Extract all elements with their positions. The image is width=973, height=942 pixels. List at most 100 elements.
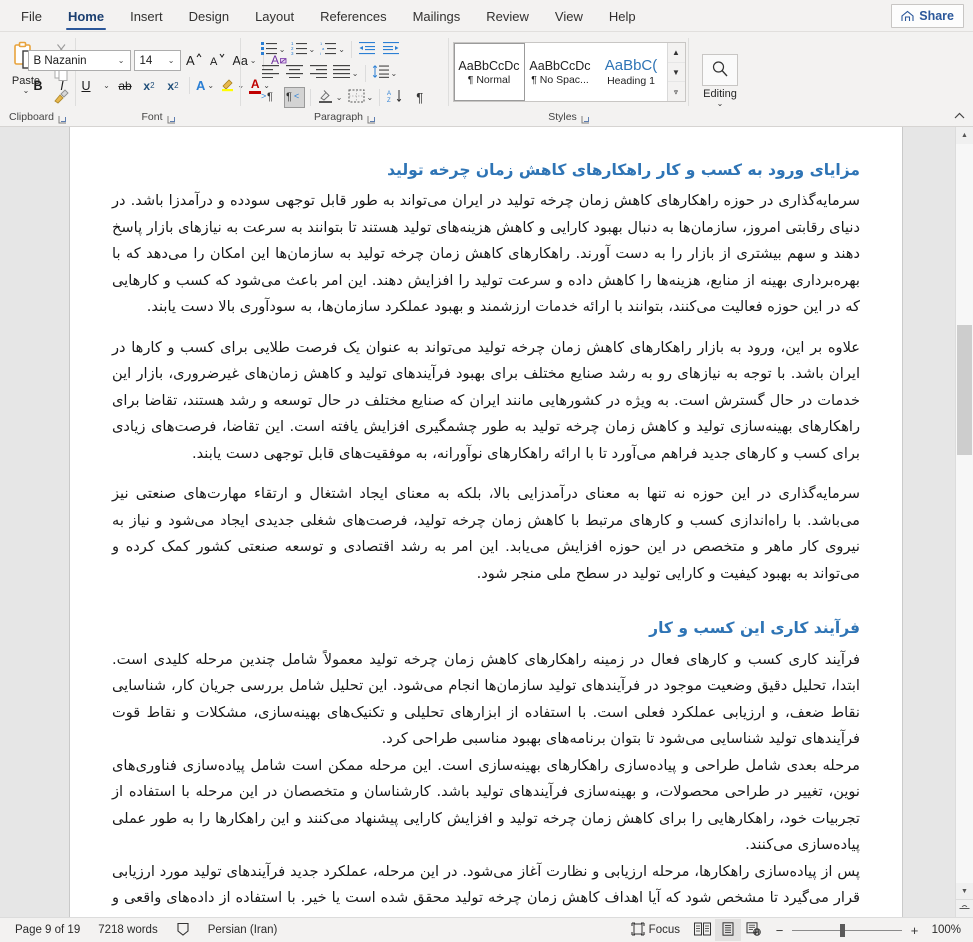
language-indicator[interactable]: Persian (Iran)	[199, 919, 287, 941]
paragraph-dialog-launcher-icon[interactable]	[367, 113, 376, 124]
tab-file[interactable]: File	[8, 2, 55, 31]
split-view-button[interactable]	[956, 899, 973, 917]
line-spacing-button[interactable]: ⌄	[371, 63, 399, 84]
align-right-button[interactable]	[308, 63, 329, 84]
bold-button[interactable]: B	[28, 75, 49, 96]
document-area: مزایای ورود به کسب و کار راهکارهای کاهش …	[0, 127, 973, 917]
tab-references[interactable]: References	[307, 2, 399, 31]
style-card-heading-1[interactable]: AaBbC( Heading 1	[596, 43, 667, 101]
scroll-down-button[interactable]: ▼	[956, 883, 973, 900]
zoom-level[interactable]: 100%	[927, 924, 961, 936]
chevron-down-icon[interactable]: ⌄	[279, 45, 286, 54]
style-card-normal[interactable]: AaBbCcDc ¶ Normal	[453, 43, 525, 101]
numbering-icon: 123	[291, 41, 307, 58]
vertical-scrollbar[interactable]: ▲ ▼	[955, 127, 973, 917]
paragraph-4: فرآیند کاری کسب و کارهای فعال در زمینه ر…	[112, 650, 860, 748]
chevron-down-icon[interactable]: ⌄	[165, 56, 178, 65]
ribbon-group-editing: Editing ⌄	[689, 32, 751, 126]
style-card-no-spacing[interactable]: AaBbCcDc ¶ No Spac...	[525, 43, 596, 101]
strikethrough-label: ab	[118, 78, 132, 93]
strikethrough-button[interactable]: ab	[115, 75, 136, 96]
chevron-down-icon[interactable]: ⌄	[309, 45, 316, 54]
multilevel-list-button[interactable]: 1ai ⌄	[319, 39, 346, 60]
zoom-in-button[interactable]: +	[908, 924, 921, 937]
styles-scroll-up-button[interactable]: ▲	[667, 43, 685, 63]
numbering-button[interactable]: 123 ⌄	[290, 39, 317, 60]
chevron-down-icon[interactable]: ⌄	[367, 93, 374, 102]
align-center-button[interactable]	[284, 63, 305, 84]
shrink-font-button[interactable]: A	[208, 50, 229, 71]
subscript-button[interactable]: x2	[139, 75, 160, 96]
left-to-right-button[interactable]: > ¶	[260, 87, 281, 108]
shading-button[interactable]: ⌄	[316, 87, 344, 108]
chevron-down-icon[interactable]: ⌄	[336, 93, 343, 102]
right-to-left-button[interactable]: ¶ <	[283, 86, 305, 108]
svg-text:¶: ¶	[286, 91, 292, 102]
bullets-button[interactable]: ⌄	[260, 39, 287, 60]
svg-text:A: A	[387, 91, 391, 97]
clipboard-dialog-launcher-icon[interactable]	[58, 113, 67, 124]
tab-review[interactable]: Review	[473, 2, 542, 31]
grow-font-button[interactable]: A	[184, 50, 205, 71]
svg-text:Z: Z	[387, 98, 391, 103]
increase-indent-button[interactable]	[381, 39, 402, 60]
sort-icon: AZ	[387, 89, 404, 106]
sort-button[interactable]: AZ	[385, 87, 406, 108]
proofing-status-button[interactable]	[167, 919, 199, 941]
tab-design[interactable]: Design	[176, 2, 242, 31]
style-name: ¶ Normal	[467, 73, 511, 86]
word-count[interactable]: 7218 words	[89, 919, 166, 941]
font-size-combo[interactable]: 14 ⌄	[133, 50, 181, 71]
tab-layout[interactable]: Layout	[242, 2, 307, 31]
highlight-icon	[220, 77, 236, 95]
styles-more-button[interactable]: ⩔	[667, 82, 685, 102]
chevron-down-icon[interactable]: ⌄	[115, 56, 128, 65]
tab-mailings[interactable]: Mailings	[400, 2, 474, 31]
font-dialog-launcher-icon[interactable]	[167, 113, 176, 124]
text-effects-button[interactable]: A ⌄	[195, 75, 216, 96]
italic-button[interactable]: I	[52, 75, 73, 96]
scrollbar-thumb[interactable]	[957, 325, 972, 455]
chevron-down-icon[interactable]: ⌄	[717, 100, 724, 108]
chevron-down-icon[interactable]: ⌄	[338, 45, 345, 54]
scroll-up-button[interactable]: ▲	[956, 127, 973, 144]
web-layout-button[interactable]	[741, 919, 767, 941]
font-name-combo[interactable]: B Nazanin ⌄	[27, 50, 131, 71]
styles-dialog-launcher-icon[interactable]	[581, 113, 590, 124]
underline-dropdown[interactable]: ⌄	[100, 75, 112, 96]
justify-icon	[332, 65, 350, 81]
tab-home[interactable]: Home	[55, 2, 117, 31]
show-formatting-marks-button[interactable]: ¶	[409, 87, 430, 108]
page-indicator[interactable]: Page 9 of 19	[6, 919, 89, 941]
chevron-down-icon[interactable]: ⌄	[352, 69, 359, 78]
read-mode-button[interactable]	[689, 919, 715, 941]
tab-view[interactable]: View	[542, 2, 596, 31]
tab-insert[interactable]: Insert	[117, 2, 176, 31]
styles-scroll-down-button[interactable]: ▼	[667, 62, 685, 83]
superscript-button[interactable]: x2	[163, 75, 184, 96]
justify-button[interactable]: ⌄	[332, 63, 360, 84]
collapse-ribbon-button[interactable]	[954, 112, 965, 123]
share-button[interactable]: Share	[891, 4, 964, 28]
zoom-slider-track[interactable]	[792, 923, 902, 937]
divider	[350, 40, 352, 58]
chevron-down-icon[interactable]: ⌄	[391, 69, 398, 78]
focus-mode-button[interactable]: Focus	[622, 919, 689, 941]
editing-button[interactable]: Editing ⌄	[702, 54, 738, 108]
tab-help[interactable]: Help	[596, 2, 649, 31]
document-page[interactable]: مزایای ورود به کسب و کار راهکارهای کاهش …	[70, 127, 902, 917]
page-content: مزایای ورود به کسب و کار راهکارهای کاهش …	[70, 127, 902, 917]
zoom-out-button[interactable]: −	[773, 924, 786, 937]
scrollbar-track[interactable]	[956, 144, 973, 883]
borders-button[interactable]: ⌄	[347, 87, 375, 108]
svg-text:3: 3	[291, 51, 294, 55]
decrease-indent-icon	[359, 41, 376, 58]
align-left-button[interactable]	[260, 63, 281, 84]
decrease-indent-button[interactable]	[357, 39, 378, 60]
print-layout-button[interactable]	[715, 919, 741, 941]
chevron-down-icon[interactable]: ⌄	[207, 81, 214, 90]
underline-button[interactable]: U	[76, 75, 97, 96]
proofing-icon	[176, 922, 190, 939]
divider	[364, 64, 366, 82]
zoom-slider-thumb[interactable]	[840, 923, 845, 937]
